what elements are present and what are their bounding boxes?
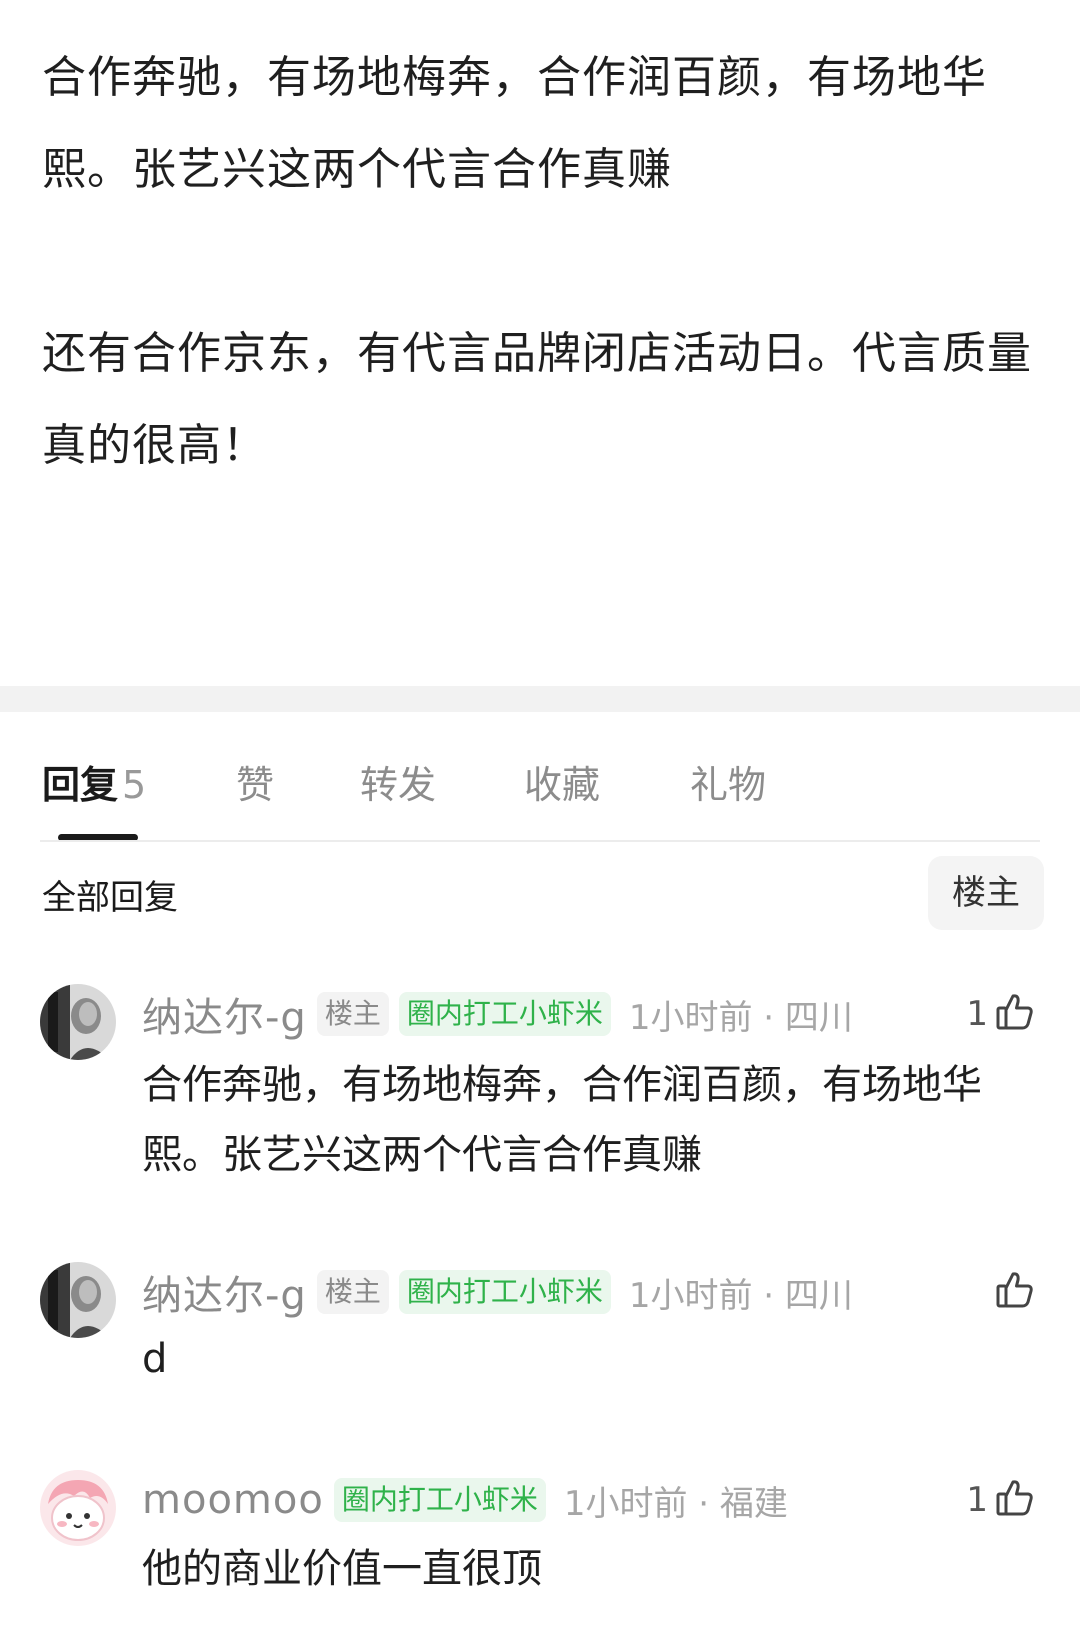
- tab-replies-label: 回复: [42, 763, 119, 807]
- like-count: 1: [966, 1480, 988, 1520]
- post-action-tabs: 回复 5 赞 转发 收藏 礼物: [0, 712, 1080, 842]
- section-divider: [0, 686, 1080, 712]
- cartoon-avatar-icon[interactable]: [40, 1470, 116, 1546]
- reply-item: 纳达尔-g 楼主 圈内打工小虾米 1小时前 · 四川 1 合作奔驰，有场地梅奔，…: [0, 984, 1080, 1184]
- thumbs-up-icon: [994, 1269, 1036, 1315]
- reply-meta: 纳达尔-g 楼主 圈内打工小虾米 1小时前 · 四川: [142, 984, 853, 1044]
- reply-item: 纳达尔-g 楼主 圈内打工小虾米 1小时前 · 四川 d: [0, 1262, 1080, 1382]
- reply-username[interactable]: moomoo: [142, 1477, 324, 1523]
- post-body: 合作奔驰，有场地梅奔，合作润百颜，有场地华熙。张艺兴这两个代言合作真赚 还有合作…: [0, 0, 1080, 686]
- thumbs-up-icon: [994, 991, 1036, 1037]
- reply-item: moomoo 圈内打工小虾米 1小时前 · 福建 1 他的商业价值一直很顶: [0, 1470, 1080, 1592]
- fan-level-badge: 圈内打工小虾米: [398, 992, 611, 1036]
- post-paragraph: 合作奔驰，有场地梅奔，合作润百颜，有场地华熙。张艺兴这两个代言合作真赚: [42, 52, 987, 195]
- reply-time-location: 1小时前 · 四川: [628, 1275, 853, 1316]
- thumbs-up-icon: [994, 1477, 1036, 1523]
- post-paragraph: 还有合作京东，有代言品牌闭店活动日。代言质量真的很高！: [42, 328, 1032, 471]
- owner-badge: 楼主: [316, 1270, 389, 1314]
- reply-text: 合作奔驰，有场地梅奔，合作润百颜，有场地华熙。张艺兴这两个代言合作真赚: [142, 1062, 982, 1178]
- owner-badge: 楼主: [316, 992, 389, 1036]
- fan-level-badge: 圈内打工小虾米: [333, 1478, 546, 1522]
- reply-text: 他的商业价值一直很顶: [142, 1546, 542, 1592]
- reply-meta: 纳达尔-g 楼主 圈内打工小虾米 1小时前 · 四川: [142, 1262, 853, 1322]
- owner-only-filter-button[interactable]: 楼主: [928, 856, 1044, 930]
- tab-likes[interactable]: 赞: [236, 760, 274, 810]
- all-replies-label: 全部回复: [42, 878, 178, 918]
- like-button[interactable]: 1: [966, 1470, 1036, 1530]
- reply-meta: moomoo 圈内打工小虾米 1小时前 · 福建: [142, 1470, 788, 1530]
- like-count: 1: [966, 994, 988, 1034]
- reply-username[interactable]: 纳达尔-g: [142, 985, 307, 1043]
- reply-time-location: 1小时前 · 四川: [628, 997, 853, 1038]
- reply-username[interactable]: 纳达尔-g: [142, 1263, 307, 1321]
- like-button[interactable]: 1: [966, 984, 1036, 1044]
- reply-time-location: 1小时前 · 福建: [563, 1483, 788, 1524]
- portrait-avatar-icon[interactable]: [40, 984, 116, 1060]
- tab-reposts[interactable]: 转发: [360, 760, 436, 810]
- reply-text: d: [142, 1336, 168, 1382]
- tab-replies[interactable]: 回复 5: [42, 760, 146, 810]
- fan-level-badge: 圈内打工小虾米: [398, 1270, 611, 1314]
- tab-favorites[interactable]: 收藏: [524, 760, 600, 810]
- like-button[interactable]: [988, 1262, 1036, 1322]
- tab-replies-count: 5: [122, 763, 147, 807]
- tabs-divider: [40, 840, 1040, 842]
- portrait-avatar-icon[interactable]: [40, 1262, 116, 1338]
- tab-gifts[interactable]: 礼物: [690, 760, 766, 810]
